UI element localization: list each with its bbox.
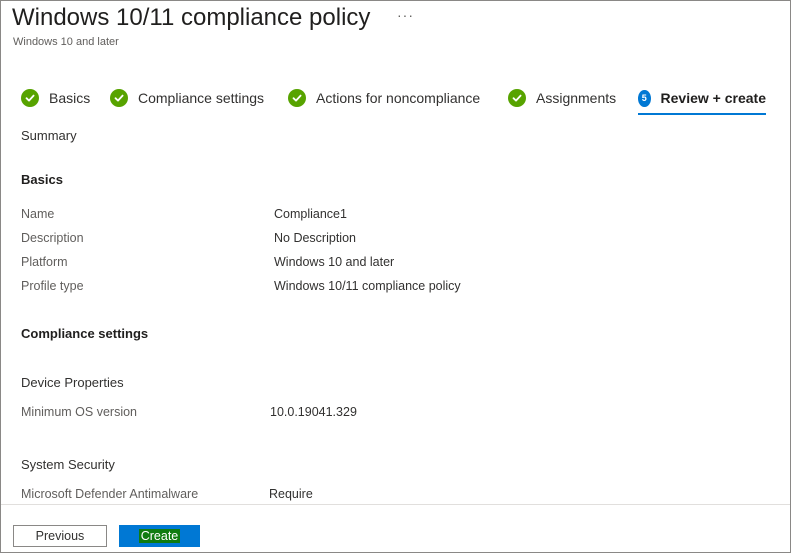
tab-basics[interactable]: Basics bbox=[21, 81, 90, 115]
profile-type-label: Profile type bbox=[21, 279, 84, 293]
page-subtitle: Windows 10 and later bbox=[13, 36, 119, 48]
checkmark-icon bbox=[508, 89, 526, 107]
tab-actions-for-noncompliance[interactable]: Actions for noncompliance bbox=[288, 81, 480, 115]
step-number-badge: 5 bbox=[638, 89, 651, 107]
tab-label: Review + create bbox=[660, 90, 766, 106]
tab-compliance-settings[interactable]: Compliance settings bbox=[110, 81, 264, 115]
tab-review-create[interactable]: 5 Review + create bbox=[638, 81, 766, 115]
checkmark-icon bbox=[288, 89, 306, 107]
wizard-steps: Basics Compliance settings Actions for n… bbox=[1, 81, 790, 117]
review-create-panel: Windows 10/11 compliance policy ··· Wind… bbox=[0, 0, 791, 553]
description-value: No Description bbox=[274, 231, 356, 245]
defender-antimalware-label: Microsoft Defender Antimalware bbox=[21, 487, 199, 501]
previous-button[interactable]: Previous bbox=[13, 525, 107, 547]
name-label: Name bbox=[21, 207, 55, 221]
page-title: Windows 10/11 compliance policy bbox=[12, 4, 371, 31]
tab-label: Compliance settings bbox=[138, 90, 265, 106]
profile-type-value: Windows 10/11 compliance policy bbox=[274, 279, 461, 293]
minimum-os-version-value: 10.0.19041.329 bbox=[270, 405, 357, 419]
tab-assignments[interactable]: Assignments bbox=[508, 81, 616, 115]
footer-divider bbox=[1, 504, 790, 505]
name-value: Compliance1 bbox=[274, 207, 347, 221]
summary-heading: Summary bbox=[21, 128, 77, 143]
tab-label: Assignments bbox=[536, 90, 617, 106]
compliance-settings-heading: Compliance settings bbox=[21, 326, 149, 341]
tab-label: Actions for noncompliance bbox=[316, 90, 481, 106]
platform-value: Windows 10 and later bbox=[274, 255, 395, 269]
checkmark-icon bbox=[110, 89, 128, 107]
device-properties-heading: Device Properties bbox=[21, 375, 124, 390]
platform-label: Platform bbox=[21, 255, 68, 269]
minimum-os-version-label: Minimum OS version bbox=[21, 405, 137, 419]
tab-label: Basics bbox=[49, 90, 91, 106]
description-label: Description bbox=[21, 231, 84, 245]
active-tab-underline bbox=[638, 113, 766, 115]
more-options-icon[interactable]: ··· bbox=[397, 7, 414, 23]
create-button-label: Create bbox=[138, 529, 181, 543]
create-button[interactable]: Create bbox=[119, 525, 200, 547]
basics-heading: Basics bbox=[21, 172, 63, 187]
system-security-heading: System Security bbox=[21, 457, 115, 472]
defender-antimalware-value: Require bbox=[269, 487, 313, 501]
checkmark-icon bbox=[21, 89, 39, 107]
